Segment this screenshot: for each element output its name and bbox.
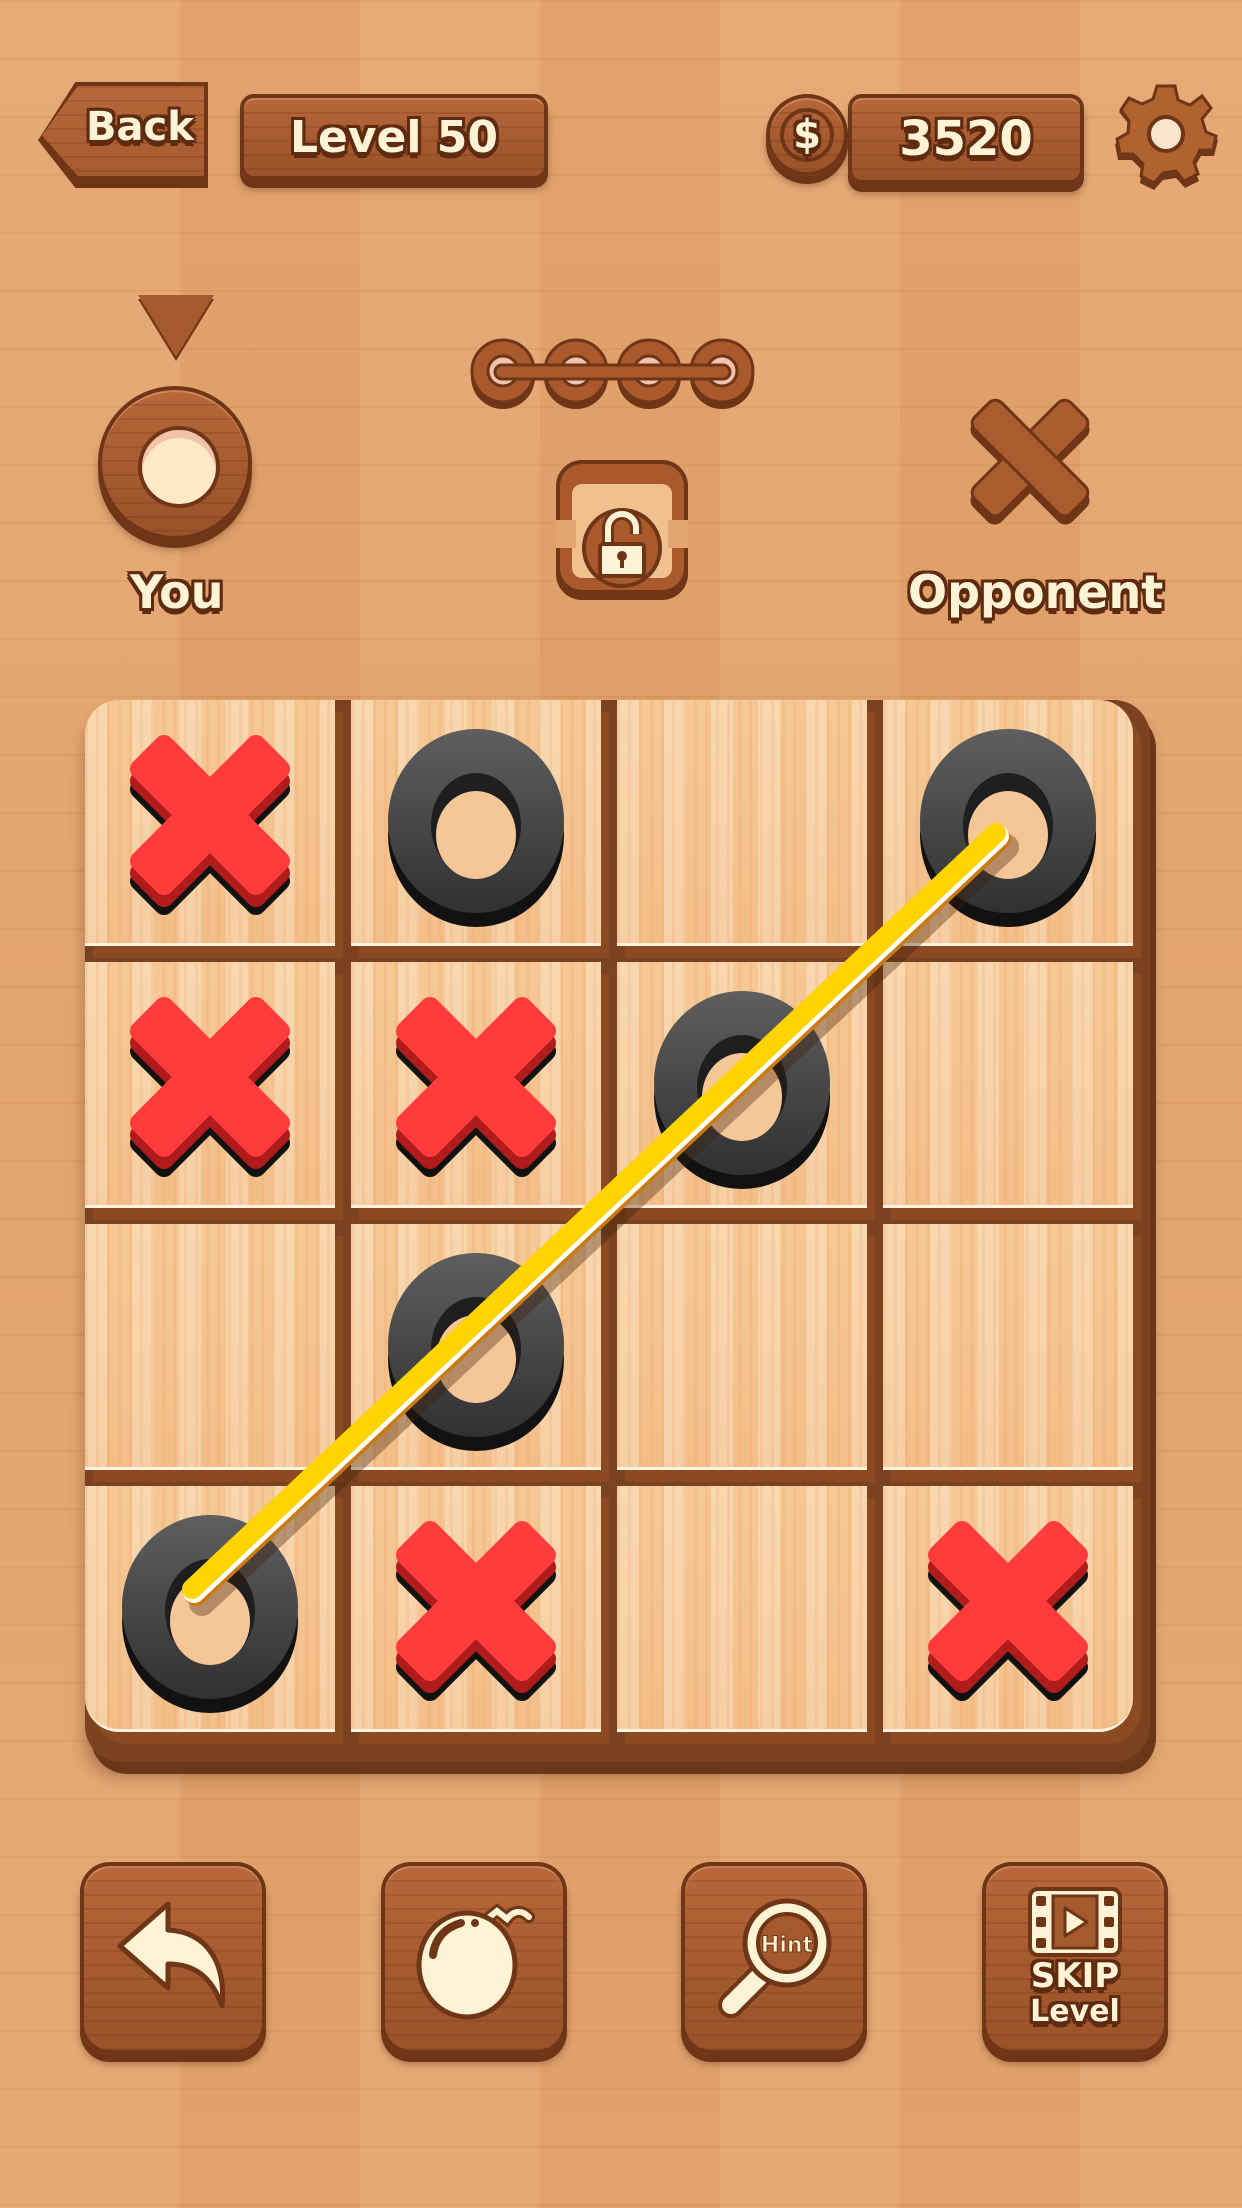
chain-links-icon	[470, 338, 755, 409]
hint-button[interactable]: Hint	[681, 1862, 867, 2054]
board-cell-r3-c1[interactable]	[351, 1486, 601, 1732]
board-cell-r2-c2[interactable]	[617, 1224, 867, 1470]
coin-balance: 3520	[848, 94, 1084, 184]
level-label: Level 50	[289, 111, 499, 163]
board-cell-r1-c0[interactable]	[85, 962, 335, 1208]
gear-icon	[1115, 84, 1218, 190]
opponent-label: Opponent	[908, 565, 1164, 619]
skip-label: SKIP Level	[1030, 1958, 1120, 2030]
skip-label-line1: SKIP	[1030, 1956, 1120, 1996]
board-cell-r0-c2[interactable]	[617, 700, 867, 946]
o-piece	[388, 728, 564, 927]
o-piece	[654, 990, 830, 1189]
level-indicator: Level 50	[240, 94, 548, 180]
film-play-icon	[1028, 1887, 1122, 1957]
board-cell-r1-c2[interactable]	[617, 962, 867, 1208]
you-label: You	[130, 565, 224, 619]
coin-count: 3520	[899, 111, 1033, 167]
x-piece	[129, 996, 291, 1177]
board-cell-r3-c0[interactable]	[85, 1486, 335, 1732]
board-cell-r0-c1[interactable]	[351, 700, 601, 946]
x-piece	[395, 996, 557, 1177]
undo-arrow-icon	[117, 1901, 226, 2009]
opponent-x-icon	[970, 398, 1090, 525]
dollar-coin-icon: $	[766, 94, 848, 176]
o-piece	[920, 728, 1096, 927]
board-cell-r2-c3[interactable]	[883, 1224, 1133, 1470]
hint-label: Hint	[761, 1933, 814, 1958]
undo-button[interactable]	[80, 1862, 266, 2054]
board-cell-r3-c3[interactable]	[883, 1486, 1133, 1732]
x-piece	[129, 734, 291, 915]
bomb-icon	[416, 1903, 535, 2020]
you-o-icon	[98, 386, 252, 540]
lock-button[interactable]	[552, 458, 692, 606]
back-button[interactable]: Back	[38, 82, 208, 188]
turn-indicator-icon	[138, 295, 214, 357]
back-label: Back	[86, 104, 194, 150]
settings-button[interactable]	[1112, 82, 1220, 190]
board-cell-r0-c0[interactable]	[85, 700, 335, 946]
x-piece	[927, 1520, 1089, 1701]
skip-level-button[interactable]: SKIP Level	[982, 1862, 1168, 2054]
x-piece	[395, 1520, 557, 1701]
board-cell-r2-c1[interactable]	[351, 1224, 601, 1470]
board-cell-r3-c2[interactable]	[617, 1486, 867, 1732]
padlock-icon	[556, 460, 688, 600]
skip-label-line2: Level	[1030, 1994, 1120, 2029]
game-board	[85, 700, 1150, 1762]
board-cell-r2-c0[interactable]	[85, 1224, 335, 1470]
magnifier-hint-icon: Hint	[718, 1898, 832, 2018]
board-cell-r1-c1[interactable]	[351, 962, 601, 1208]
board-cell-r1-c3[interactable]	[883, 962, 1133, 1208]
board-cell-r0-c3[interactable]	[883, 700, 1133, 946]
o-piece	[388, 1252, 564, 1451]
o-piece	[122, 1514, 298, 1713]
bomb-button[interactable]	[381, 1862, 567, 2054]
